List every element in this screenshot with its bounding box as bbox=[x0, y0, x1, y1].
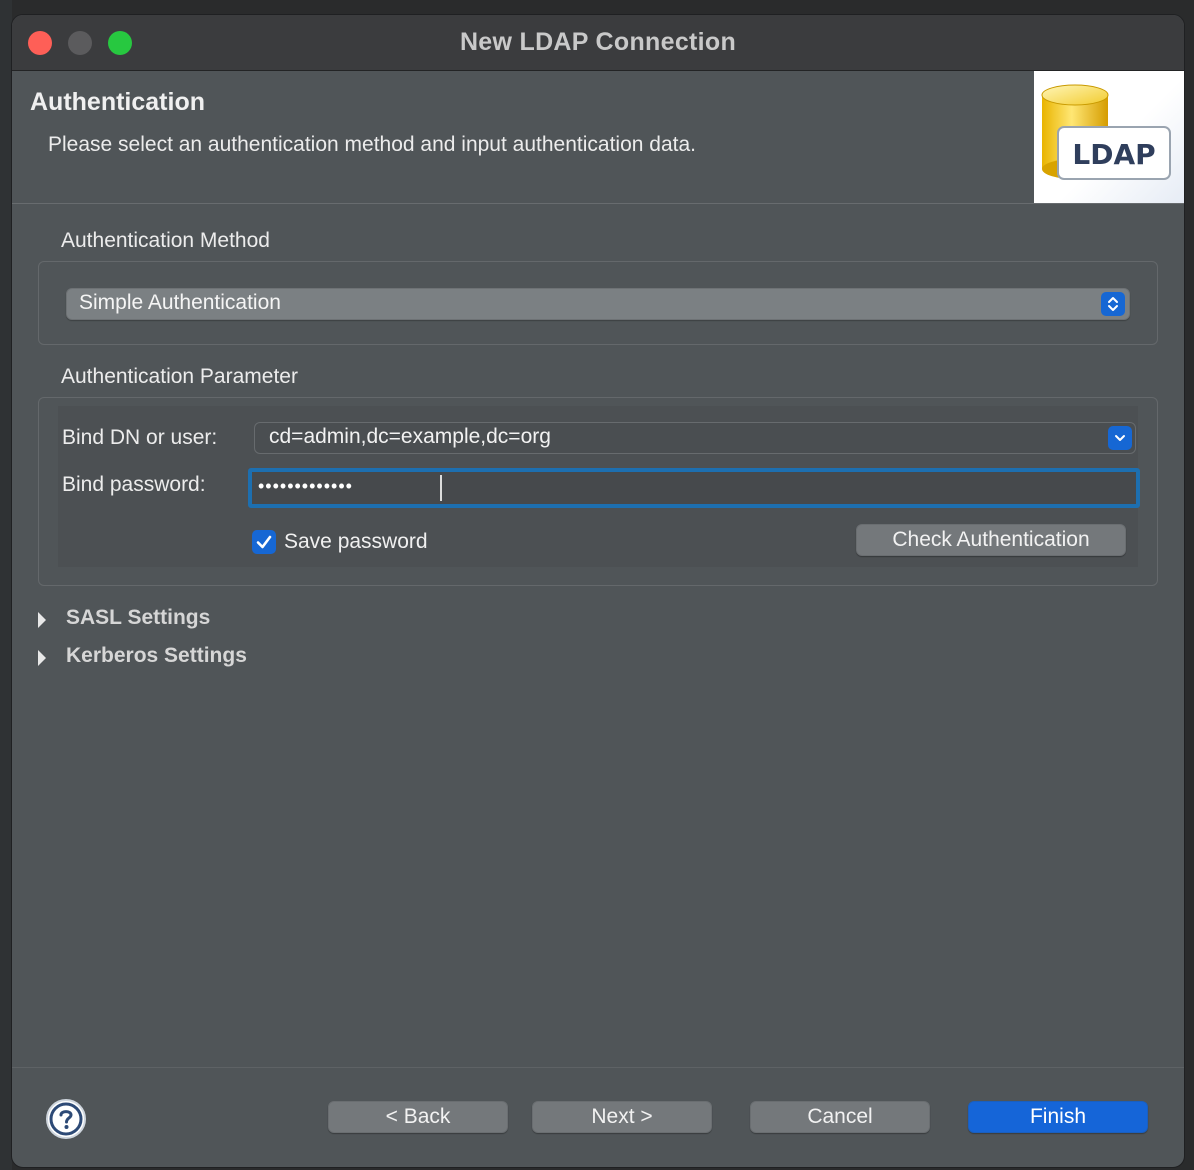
page-description: Please select an authentication method a… bbox=[48, 133, 696, 156]
bind-dn-label: Bind DN or user: bbox=[62, 426, 218, 449]
disclosure-triangle-icon bbox=[38, 612, 46, 628]
next-button[interactable]: Next > bbox=[532, 1101, 712, 1133]
save-password-checkbox[interactable] bbox=[252, 530, 276, 554]
help-icon[interactable] bbox=[46, 1099, 86, 1139]
auth-method-selected-value: Simple Authentication bbox=[79, 291, 281, 314]
title-bar: New LDAP Connection bbox=[12, 15, 1184, 71]
cancel-button[interactable]: Cancel bbox=[750, 1101, 930, 1133]
auth-method-group: Simple Authentication bbox=[38, 261, 1158, 345]
auth-param-panel: Bind DN or user: cd=admin,dc=example,dc=… bbox=[58, 406, 1140, 567]
disclosure-triangle-icon bbox=[38, 650, 46, 666]
checkmark-icon bbox=[256, 535, 272, 549]
text-caret bbox=[440, 475, 442, 501]
bind-dn-combo[interactable]: cd=admin,dc=example,dc=org bbox=[254, 422, 1136, 454]
save-password-label[interactable]: Save password bbox=[284, 530, 428, 554]
svg-text:LDAP: LDAP bbox=[1072, 138, 1155, 171]
auth-method-group-label: Authentication Method bbox=[61, 229, 270, 252]
kerberos-settings-label: Kerberos Settings bbox=[66, 644, 247, 667]
chevron-down-icon[interactable] bbox=[1108, 426, 1132, 450]
dialog-window: New LDAP Connection Authentication Pleas… bbox=[11, 14, 1185, 1168]
footer-separator bbox=[12, 1067, 1184, 1068]
wizard-header: Authentication Please select an authenti… bbox=[12, 71, 1184, 204]
bind-dn-value: cd=admin,dc=example,dc=org bbox=[269, 425, 551, 448]
auth-param-group-label: Authentication Parameter bbox=[61, 365, 298, 388]
auth-method-select[interactable]: Simple Authentication bbox=[66, 288, 1130, 320]
bind-password-value: ••••••••••••• bbox=[258, 476, 353, 496]
sasl-settings-label: SASL Settings bbox=[66, 606, 211, 629]
bind-password-field[interactable]: ••••••••••••• bbox=[248, 468, 1140, 508]
bind-password-label: Bind password: bbox=[62, 473, 206, 496]
finish-button[interactable]: Finish bbox=[968, 1101, 1148, 1133]
ldap-logo-icon: LDAP bbox=[1034, 71, 1184, 203]
background-toolbar bbox=[0, 0, 1194, 14]
check-authentication-button[interactable]: Check Authentication bbox=[856, 524, 1126, 556]
back-button[interactable]: < Back bbox=[328, 1101, 508, 1133]
page-title: Authentication bbox=[30, 88, 205, 116]
up-down-chevron-icon bbox=[1101, 292, 1125, 316]
window-title: New LDAP Connection bbox=[459, 28, 737, 56]
auth-param-group: Bind DN or user: cd=admin,dc=example,dc=… bbox=[38, 397, 1158, 586]
